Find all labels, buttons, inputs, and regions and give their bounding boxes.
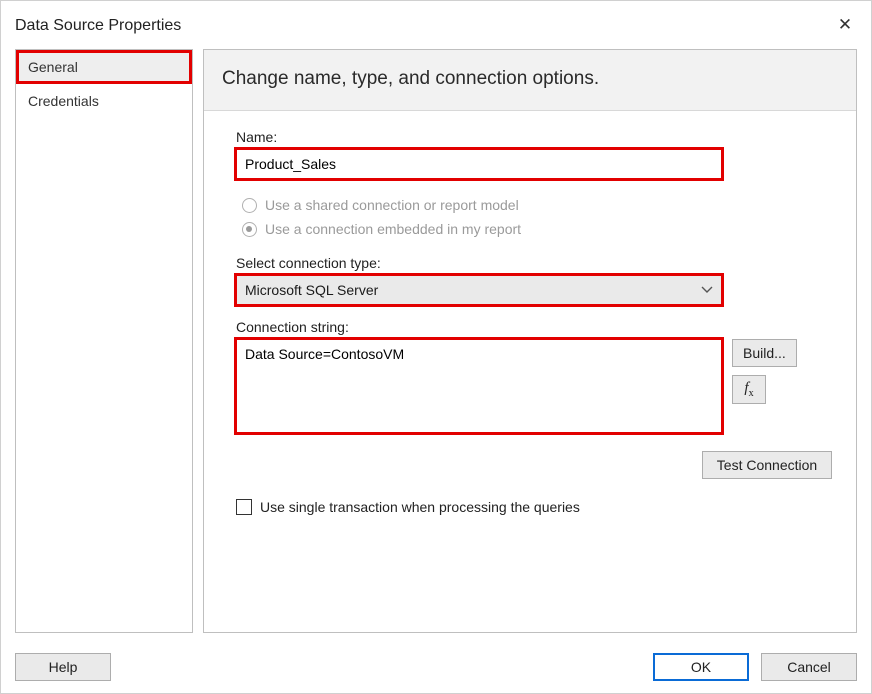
connection-mode-radios: Use a shared connection or report model …: [242, 197, 834, 237]
cancel-button[interactable]: Cancel: [761, 653, 857, 681]
build-button[interactable]: Build...: [732, 339, 797, 367]
main-content: Name: Use a shared connection or report …: [204, 111, 856, 632]
select-value: Microsoft SQL Server: [245, 282, 378, 298]
close-icon[interactable]: ✕: [831, 12, 859, 40]
test-connection-button[interactable]: Test Connection: [702, 451, 832, 479]
sidebar-item-label: General: [28, 59, 78, 75]
chevron-down-icon: [701, 283, 713, 297]
sidebar: General Credentials: [15, 49, 193, 633]
radio-shared-connection: Use a shared connection or report model: [242, 197, 834, 213]
connection-string-label: Connection string:: [236, 319, 834, 335]
dialog-body: General Credentials Change name, type, a…: [1, 49, 871, 633]
connection-type-select[interactable]: Microsoft SQL Server: [236, 275, 722, 305]
radio-icon: [242, 198, 257, 213]
fx-icon: fx: [744, 380, 753, 396]
main-header: Change name, type, and connection option…: [204, 50, 856, 111]
sidebar-item-credentials[interactable]: Credentials: [16, 84, 192, 118]
radio-label: Use a connection embedded in my report: [265, 221, 521, 237]
checkbox-icon[interactable]: [236, 499, 252, 515]
help-button[interactable]: Help: [15, 653, 111, 681]
single-transaction-row[interactable]: Use single transaction when processing t…: [236, 499, 834, 515]
radio-icon: [242, 222, 257, 237]
checkbox-label: Use single transaction when processing t…: [260, 499, 580, 515]
dialog-title: Data Source Properties: [15, 17, 181, 35]
connection-type-label: Select connection type:: [236, 255, 834, 271]
main-panel: Change name, type, and connection option…: [203, 49, 857, 633]
connection-string-row: Build... fx: [236, 339, 834, 433]
titlebar: Data Source Properties ✕: [1, 1, 871, 49]
name-label: Name:: [236, 129, 834, 145]
sidebar-item-general[interactable]: General: [16, 50, 192, 84]
name-input[interactable]: [236, 149, 722, 179]
footer-right: OK Cancel: [653, 653, 857, 681]
sidebar-item-label: Credentials: [28, 93, 99, 109]
radio-embedded-connection: Use a connection embedded in my report: [242, 221, 834, 237]
dialog-footer: Help OK Cancel: [1, 641, 871, 693]
ok-button[interactable]: OK: [653, 653, 749, 681]
expression-button[interactable]: fx: [732, 375, 766, 404]
data-source-dialog: Data Source Properties ✕ General Credent…: [0, 0, 872, 694]
connection-string-buttons: Build... fx: [732, 339, 797, 404]
test-connection-row: Test Connection: [236, 451, 832, 479]
connection-string-input[interactable]: [236, 339, 722, 433]
radio-label: Use a shared connection or report model: [265, 197, 519, 213]
